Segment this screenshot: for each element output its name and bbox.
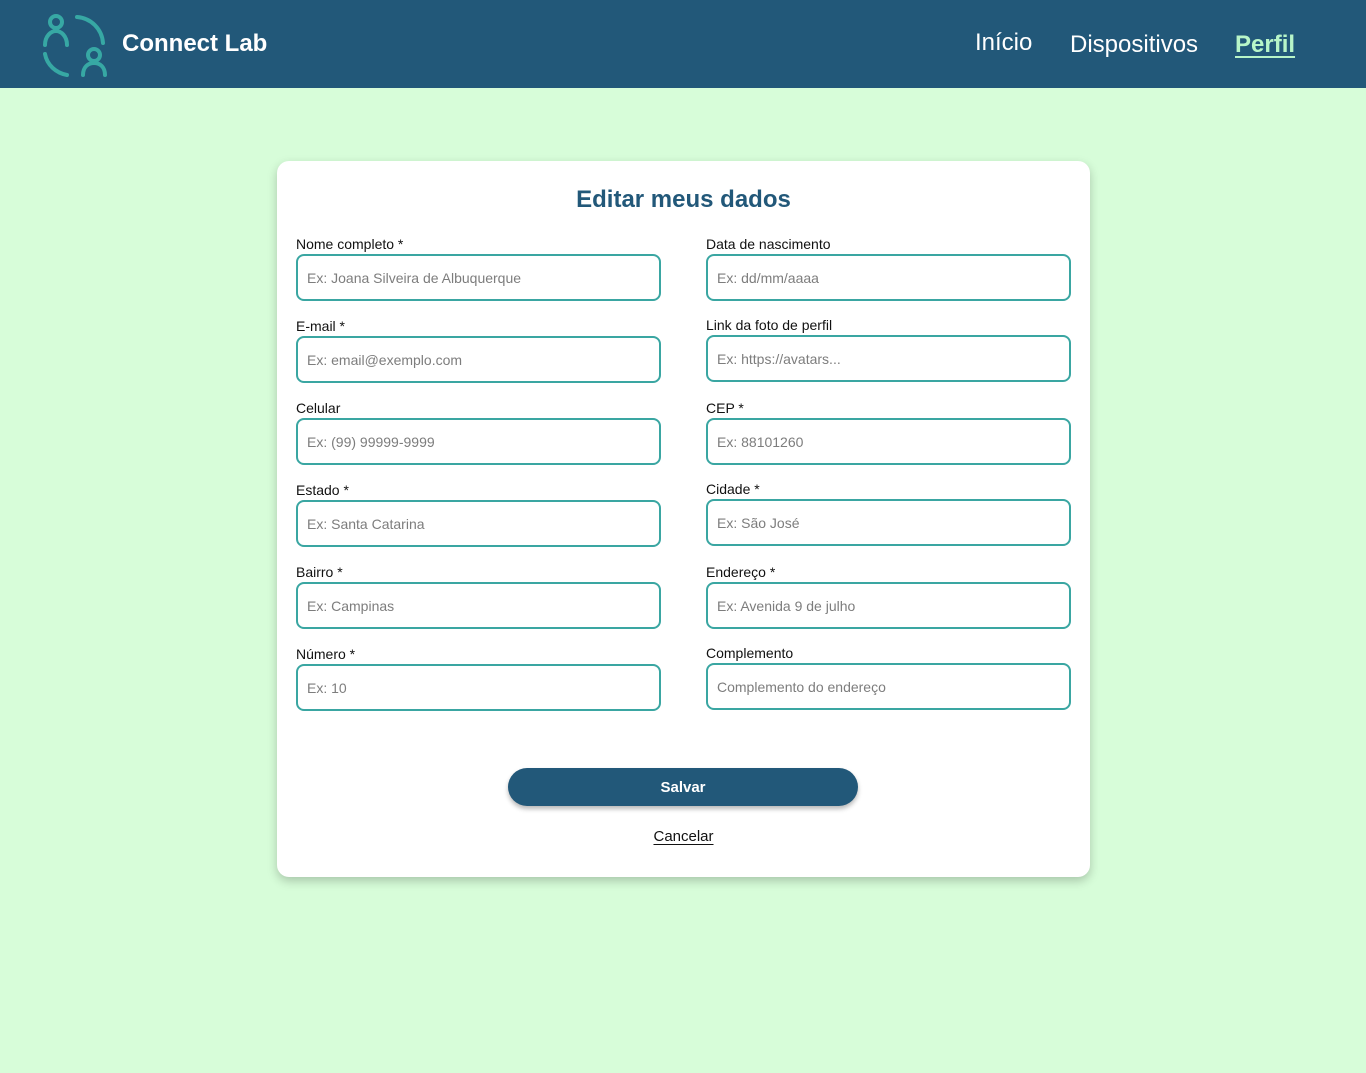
foto-input[interactable]	[706, 335, 1071, 382]
save-button[interactable]: Salvar	[508, 768, 858, 806]
numero-label: Número *	[296, 646, 356, 662]
foto-label: Link da foto de perfil	[706, 317, 833, 333]
nascimento-input[interactable]	[706, 254, 1071, 301]
bairro-field-group: Bairro *	[296, 564, 661, 629]
nav-link-perfil[interactable]: Perfil	[1235, 31, 1295, 59]
bairro-label: Bairro *	[296, 564, 343, 580]
people-cycle-icon[interactable]	[40, 9, 110, 79]
nome-field-group: Nome completo *	[296, 236, 661, 301]
cidade-input[interactable]	[706, 499, 1071, 546]
cancel-link[interactable]: Cancelar	[653, 828, 713, 845]
celular-label: Celular	[296, 400, 341, 416]
celular-input[interactable]	[296, 418, 661, 465]
nome-input[interactable]	[296, 254, 661, 301]
complemento-field-group: Complemento	[706, 645, 1071, 710]
foto-field-group: Link da foto de perfil	[706, 317, 1071, 382]
estado-label: Estado *	[296, 482, 349, 498]
nav-link-dispositivos[interactable]: Dispositivos	[1070, 31, 1198, 59]
endereco-label: Endereço *	[706, 564, 776, 580]
cep-input[interactable]	[706, 418, 1071, 465]
nascimento-label: Data de nascimento	[706, 236, 831, 252]
estado-input[interactable]	[296, 500, 661, 547]
bairro-input[interactable]	[296, 582, 661, 629]
numero-field-group: Número *	[296, 646, 661, 711]
form-title: Editar meus dados	[576, 186, 791, 213]
estado-field-group: Estado *	[296, 482, 661, 547]
brand-name[interactable]: Connect Lab	[122, 30, 267, 58]
edit-profile-card: Editar meus dados Nome completo * Data d…	[277, 161, 1090, 877]
nome-label: Nome completo *	[296, 236, 404, 252]
complemento-label: Complemento	[706, 645, 794, 661]
celular-field-group: Celular	[296, 400, 661, 465]
numero-input[interactable]	[296, 664, 661, 711]
endereco-field-group: Endereço *	[706, 564, 1071, 629]
nav-link-inicio[interactable]: Início	[975, 29, 1032, 57]
cidade-field-group: Cidade *	[706, 481, 1071, 546]
top-navbar: Connect Lab Início Dispositivos Perfil	[0, 0, 1366, 88]
email-field-group: E-mail *	[296, 318, 661, 383]
cep-label: CEP *	[706, 400, 744, 416]
cep-field-group: CEP *	[706, 400, 1071, 465]
email-input[interactable]	[296, 336, 661, 383]
cidade-label: Cidade *	[706, 481, 760, 497]
complemento-input[interactable]	[706, 663, 1071, 710]
cancel-link-row: Cancelar	[277, 828, 1090, 846]
nascimento-field-group: Data de nascimento	[706, 236, 1071, 301]
endereco-input[interactable]	[706, 582, 1071, 629]
email-label: E-mail *	[296, 318, 346, 334]
